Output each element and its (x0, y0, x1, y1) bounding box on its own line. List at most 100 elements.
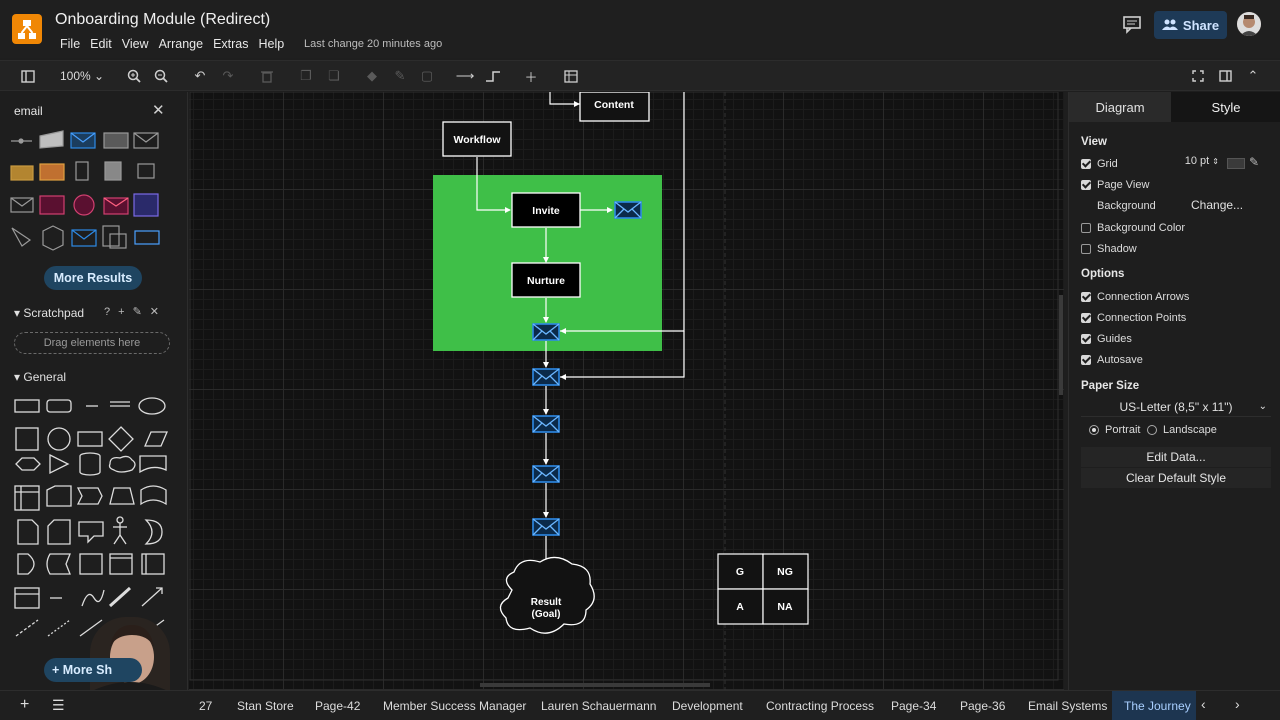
background-color-option[interactable]: Background Color (1081, 222, 1185, 234)
grid-color-swatch[interactable] (1227, 158, 1245, 169)
to-back-icon[interactable]: ❏ (325, 67, 343, 85)
edit-grid-color-icon[interactable]: ✎ (1249, 155, 1259, 169)
format-panel-icon[interactable] (1216, 67, 1234, 85)
guides-checkbox[interactable] (1081, 334, 1091, 344)
add-page-icon[interactable]: + (20, 696, 29, 714)
guides-option[interactable]: Guides (1081, 333, 1132, 345)
comments-icon[interactable] (1121, 14, 1143, 34)
connection-icon[interactable]: ⟶ (456, 67, 475, 85)
workflow-label: Workflow (453, 134, 501, 146)
page-tab-development[interactable]: Development (672, 699, 743, 713)
autosave-option[interactable]: Autosave (1081, 354, 1143, 366)
zoom-out-icon[interactable] (152, 67, 170, 85)
gng-matrix[interactable] (717, 553, 809, 625)
shadow-option[interactable]: Shadow (1081, 243, 1137, 255)
scratchpad-drop-area[interactable]: Drag elements here (14, 332, 170, 354)
more-results-button[interactable]: More Results (44, 266, 142, 290)
email-icon[interactable] (532, 368, 560, 386)
page-tab-stan-store[interactable]: Stan Store (237, 699, 294, 713)
page-tab-contracting-process[interactable]: Contracting Process (766, 699, 874, 713)
share-button[interactable]: Share (1154, 11, 1227, 39)
page-tab-member-success-manager[interactable]: Member Success Manager (383, 699, 526, 713)
page-view-checkbox[interactable] (1081, 180, 1091, 190)
scratchpad-header[interactable]: ▾ Scratchpad (14, 306, 84, 320)
close-scratchpad-icon[interactable]: ✕ (150, 306, 167, 318)
vertical-scrollbar[interactable] (1059, 295, 1063, 395)
diagram-canvas[interactable]: Content Workflow Invite Nurture Result (… (189, 92, 1064, 690)
landscape-radio[interactable] (1147, 425, 1157, 435)
menu-extras[interactable]: Extras (213, 37, 248, 51)
fullscreen-icon[interactable] (1189, 67, 1207, 85)
zoom-select[interactable]: 100% ⌄ (60, 69, 104, 83)
connection-points-checkbox[interactable] (1081, 313, 1091, 323)
menu-help[interactable]: Help (259, 37, 285, 51)
pages-menu-icon[interactable]: ☰ (52, 697, 65, 714)
menu-edit[interactable]: Edit (90, 37, 112, 51)
email-icon[interactable] (532, 465, 560, 483)
search-results-grid[interactable] (8, 128, 183, 258)
connection-points-option[interactable]: Connection Points (1081, 312, 1186, 324)
autosave-checkbox[interactable] (1081, 355, 1091, 365)
page-tab-the-journey[interactable]: The Journey (1124, 699, 1191, 713)
tab-diagram[interactable]: Diagram (1069, 92, 1171, 122)
close-icon[interactable]: ✕ (152, 101, 165, 119)
document-title[interactable]: Onboarding Module (Redirect) (55, 11, 270, 29)
shadow-icon[interactable]: ▢ (418, 67, 436, 85)
email-icon[interactable] (532, 518, 560, 536)
zoom-in-icon[interactable] (125, 67, 143, 85)
add-icon[interactable]: + (118, 306, 132, 318)
paper-size-select[interactable]: US-Letter (8,5" x 11") ⌄ (1081, 397, 1271, 417)
grid-option[interactable]: Grid (1081, 158, 1118, 170)
edit-data-button[interactable]: Edit Data... (1081, 447, 1271, 467)
result-goal-cloud[interactable] (499, 556, 595, 634)
to-front-icon[interactable]: ❐ (297, 67, 315, 85)
fill-color-icon[interactable]: ◆ (363, 67, 381, 85)
horizontal-scrollbar[interactable] (480, 683, 710, 687)
landscape-option[interactable]: Landscape (1147, 424, 1217, 436)
format-panel-toggle-icon[interactable] (19, 67, 37, 85)
page-tab-page-36[interactable]: Page-36 (960, 699, 1005, 713)
edit-icon[interactable]: ✎ (133, 306, 150, 318)
delete-icon[interactable] (258, 67, 276, 85)
change-background-button[interactable]: Change... (1191, 198, 1243, 212)
clear-default-style-button[interactable]: Clear Default Style (1081, 468, 1271, 488)
page-tab-email-systems[interactable]: Email Systems (1028, 699, 1107, 713)
user-avatar[interactable] (1237, 12, 1261, 36)
page-view-option[interactable]: Page View (1081, 179, 1149, 191)
waypoints-icon[interactable] (484, 67, 502, 85)
undo-icon[interactable]: ↶ (191, 67, 209, 85)
email-icon[interactable] (532, 415, 560, 433)
last-change-status[interactable]: Last change 20 minutes ago (304, 38, 442, 50)
insert-icon[interactable]: ＋ (522, 67, 540, 85)
page-tab-page-34[interactable]: Page-34 (891, 699, 936, 713)
menu-view[interactable]: View (122, 37, 149, 51)
connection-arrows-checkbox[interactable] (1081, 292, 1091, 302)
grid-size-stepper[interactable]: 10 pt ⇕ (1169, 155, 1219, 171)
email-icon[interactable] (532, 323, 560, 341)
menu-file[interactable]: File (60, 37, 80, 51)
chevron-right-icon[interactable]: › (1235, 696, 1240, 712)
email-icon[interactable] (614, 201, 642, 219)
more-shapes-button[interactable]: + More Sh (44, 658, 142, 682)
shadow-checkbox[interactable] (1081, 244, 1091, 254)
line-color-icon[interactable]: ✎ (391, 67, 409, 85)
background-color-checkbox[interactable] (1081, 223, 1091, 233)
menu-arrange[interactable]: Arrange (159, 37, 203, 51)
diagram-svg[interactable]: Content Workflow Invite Nurture Result (… (189, 92, 1064, 690)
redo-icon[interactable]: ↷ (219, 67, 237, 85)
general-shapes-grid[interactable] (10, 392, 180, 647)
page-tab-page-42[interactable]: Page-42 (315, 699, 360, 713)
chevron-left-icon[interactable]: ‹ (1201, 696, 1206, 712)
shape-search-input[interactable] (14, 102, 154, 120)
tab-style[interactable]: Style (1171, 92, 1280, 122)
table-icon[interactable] (562, 67, 580, 85)
portrait-radio[interactable] (1089, 425, 1099, 435)
page-tab-lauren-schauermann[interactable]: Lauren Schauermann (541, 699, 656, 713)
collapse-icon[interactable]: ⌃ (1244, 67, 1262, 85)
general-header[interactable]: ▾ General (14, 370, 66, 384)
connection-arrows-option[interactable]: Connection Arrows (1081, 291, 1189, 303)
grid-checkbox[interactable] (1081, 159, 1091, 169)
help-icon[interactable]: ? (104, 306, 118, 318)
page-tab-27[interactable]: 27 (199, 699, 212, 713)
portrait-option[interactable]: Portrait (1089, 424, 1140, 436)
